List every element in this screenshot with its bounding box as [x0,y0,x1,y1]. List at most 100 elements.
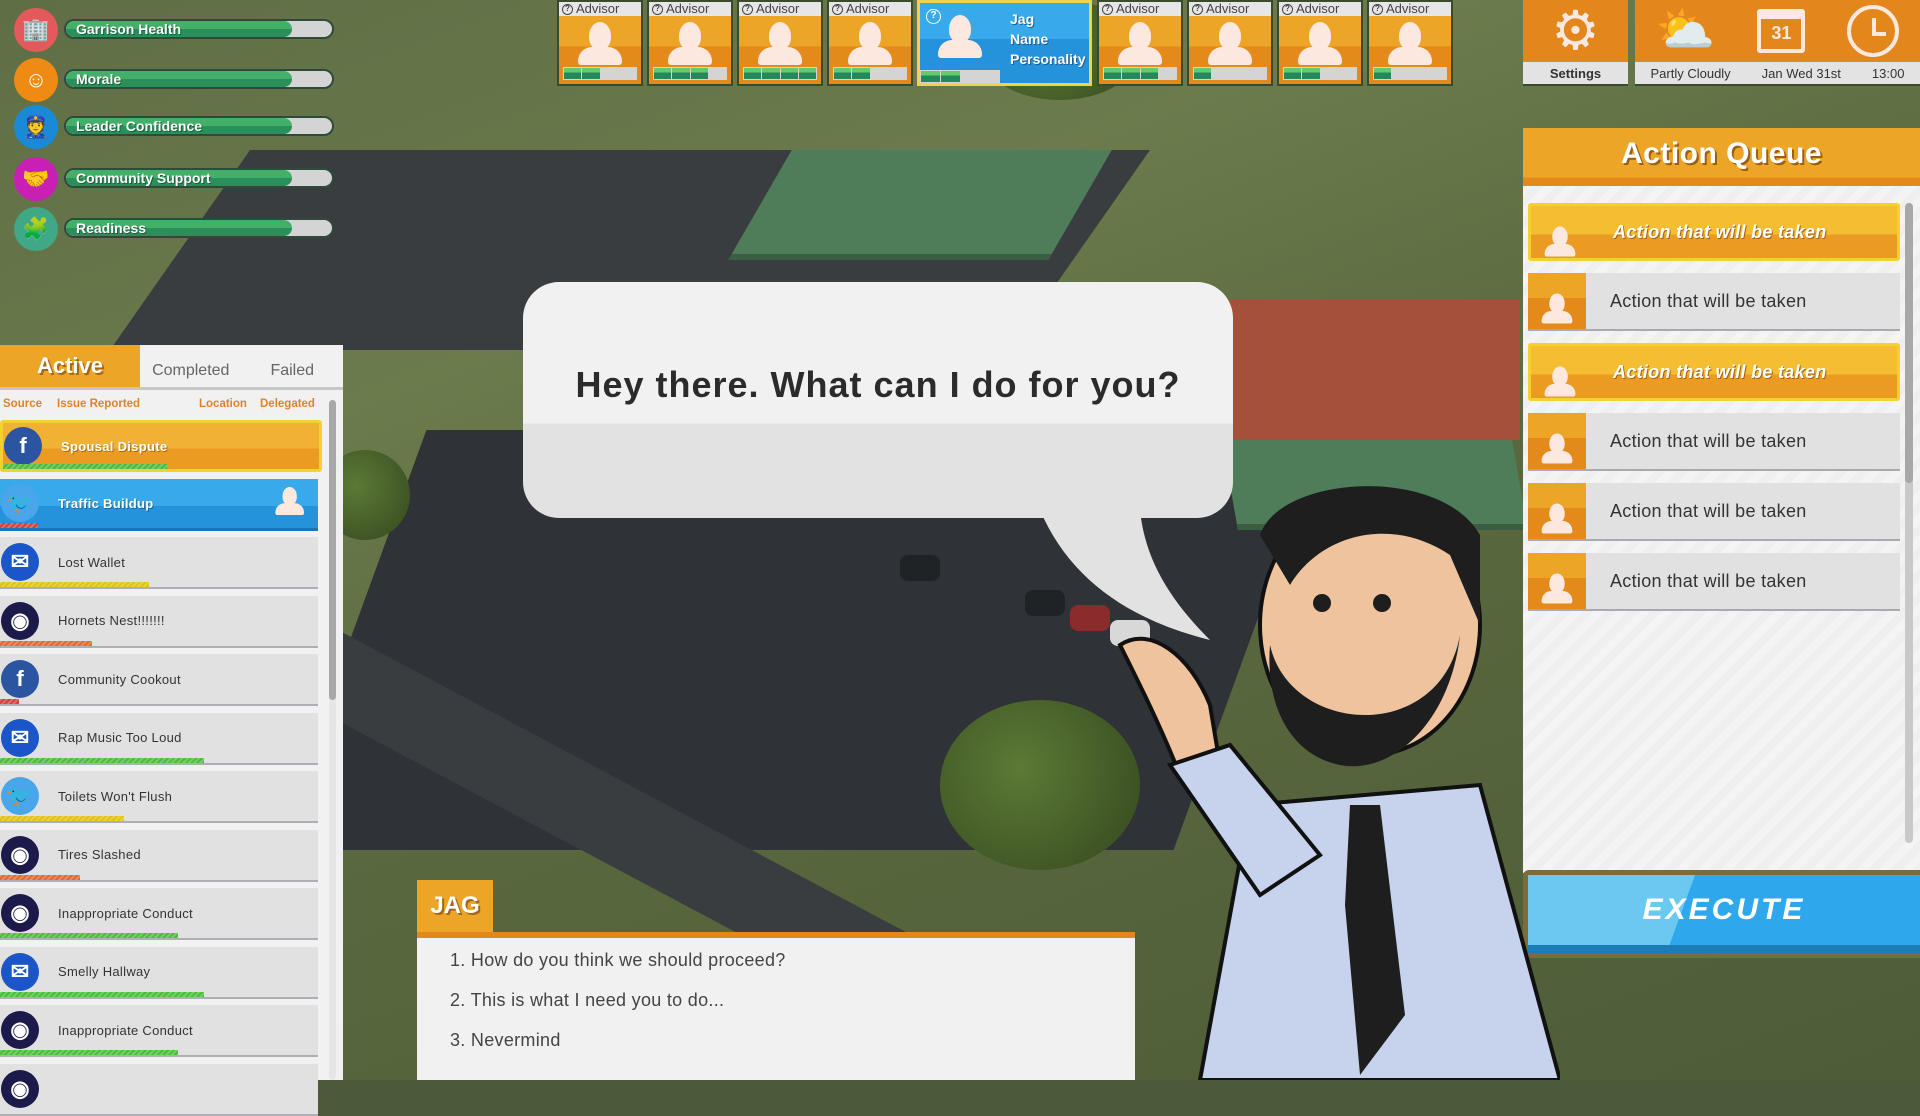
advisor-card[interactable]: ? Advisor [647,0,733,86]
dialogue-option-3[interactable]: 3. Nevermind [450,1030,561,1051]
issue-row[interactable]: ✉ Smelly Hallway [0,946,318,999]
issue-label: Rap Music Too Loud [58,730,182,745]
help-icon[interactable]: ? [652,3,663,15]
stat-label: Garrison Health [76,21,182,37]
advisor-portrait-icon [1298,22,1342,65]
scrollbar-thumb[interactable] [329,400,336,700]
dialogue-option-2[interactable]: 2. This is what I need you to do... [450,990,724,1011]
action-queue-item[interactable]: Action that will be taken [1528,413,1900,471]
issue-row[interactable]: ◉ Inappropriate Conduct [0,888,318,940]
advisor-portrait-icon [1208,22,1252,65]
email-icon: ✉ [1,952,39,991]
advisor-meter [743,67,817,80]
action-queue-item[interactable]: Action that will be taken [1528,483,1900,541]
advisor-label: Advisor [1206,1,1250,16]
meter-segment [1122,68,1140,79]
stat-row: ☺ Morale [14,57,334,103]
action-queue-title: Action Queue [1523,128,1920,186]
tab-failed[interactable]: Failed [242,345,344,387]
stat-bar: Garrison Health [64,19,334,39]
help-icon[interactable]: ? [1102,3,1113,15]
issue-row[interactable]: f Spousal Dispute [0,420,322,472]
action-label: Action that will be taken [1610,570,1807,591]
issue-row[interactable]: ◉ [0,1063,318,1116]
meter-segment [980,71,999,82]
meter-segment [1194,68,1212,79]
issue-row[interactable]: f Community Cookout [0,654,318,706]
help-icon[interactable]: ? [1372,3,1383,15]
column-source[interactable]: Source [3,398,42,410]
advisor-card[interactable]: ? Advisor [827,0,913,86]
stat-bar: Community Support [64,168,334,188]
advisor-card[interactable]: ? Advisor [1367,0,1453,86]
issue-progress-bar [0,757,204,763]
issue-progress-bar [0,991,204,997]
issue-row[interactable]: ◉ Tires Slashed [0,829,318,882]
issue-row[interactable]: 🐦 Toilets Won't Flush [0,771,318,823]
action-queue-item[interactable]: Action that will be taken [1528,343,1900,401]
settings-button[interactable]: ⚙ Settings [1523,0,1628,86]
column-location[interactable]: Location [199,398,247,410]
advisor-card[interactable]: ? Advisor [737,0,823,86]
advisor-card[interactable]: ? Advisor [1097,0,1183,86]
help-icon[interactable]: ? [832,3,843,15]
advisor-card[interactable]: ? Advisor [1187,0,1273,86]
issue-label: Lost Wallet [58,554,126,570]
meter-segment [1231,68,1248,79]
action-queue-item[interactable]: Action that will be taken [1528,553,1900,611]
dialogue-option-1[interactable]: 1. How do you think we should proceed? [450,950,786,971]
advisor-card[interactable]: ? Advisor [1277,0,1363,86]
eye-icon: ◉ [1,894,39,932]
selected-advisor-card[interactable]: ? Jag Name Personality [917,0,1092,86]
issue-progress-bar [0,816,125,821]
gear-icon: ⚙ [1551,1,1600,61]
issue-row[interactable]: ✉ Lost Wallet [0,537,318,589]
stat-row: 👮 Leader Confidence [14,104,334,150]
advisor-portrait-icon [1531,346,1589,398]
help-icon[interactable]: ? [1192,3,1203,15]
action-queue-item[interactable]: Action that will be taken [1528,203,1900,261]
advisor-meter [833,67,907,80]
advisor-name-label: Name [1010,31,1049,47]
building-roof [728,150,1112,260]
advisor-meter [653,67,727,80]
action-queue-item[interactable]: Action that will be taken [1528,273,1900,331]
advisor-label: Advisor [666,1,710,16]
issue-label: Toilets Won't Flush [58,788,173,804]
partly-cloudy-icon: ⛅ [1655,4,1716,57]
tab-active[interactable]: Active [0,345,140,387]
advisor-card[interactable]: ? Advisor [557,0,643,86]
execute-button[interactable]: EXECUTE [1523,870,1920,958]
help-icon[interactable]: ? [1282,3,1293,15]
stat-label: Leader Confidence [76,118,203,134]
scrollbar-thumb[interactable] [1905,203,1913,483]
column-delegated[interactable]: Delegated [260,398,315,410]
issue-row[interactable]: ◉ Hornets Nest!!!!!!! [0,595,318,648]
meter-segment [1429,68,1446,79]
meter-segment [852,68,870,79]
tab-completed[interactable]: Completed [140,345,242,387]
advisor-label: Advisor [756,1,800,16]
help-icon[interactable]: ? [742,3,753,15]
action-label: Action that will be taken [1610,500,1807,521]
stat-label: Readiness [76,220,147,236]
eye-icon: ◉ [1,1069,39,1108]
stat-bar: Leader Confidence [64,116,334,136]
advisor-label: Advisor [1116,1,1160,16]
help-icon[interactable]: ? [562,3,573,15]
issue-row[interactable]: ✉ Rap Music Too Loud [0,712,318,765]
advisor-portrait-icon [668,22,712,65]
stat-row: 🤝 Community Support [14,156,334,202]
issue-row[interactable]: 🐦 Traffic Buildup [0,478,318,531]
column-issue-reported[interactable]: Issue Reported [57,398,140,410]
speaker-name-tag: JAG [417,880,493,932]
twitter-icon: 🐦 [1,484,39,522]
meter-segment [1159,68,1176,79]
stat-label: Morale [76,71,122,87]
jag-character-illustration [1117,486,1560,1080]
meter-segment [1249,68,1266,79]
eye-icon: ◉ [1,601,39,640]
issue-progress-bar [0,874,80,880]
advisor-meter [1193,67,1267,80]
issue-row[interactable]: ◉ Inappropriate Conduct [0,1005,318,1057]
